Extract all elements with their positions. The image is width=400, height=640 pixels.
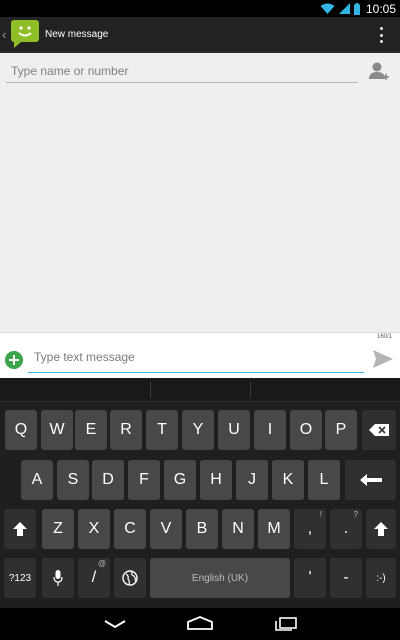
key-a[interactable]: A xyxy=(21,460,53,500)
key-v[interactable]: V xyxy=(150,509,182,549)
key-h[interactable]: H xyxy=(200,460,232,500)
send-icon[interactable] xyxy=(372,349,394,369)
key-comma[interactable]: ! , xyxy=(294,509,326,549)
symbols-key[interactable]: ?123 xyxy=(4,558,36,598)
suggestion-divider xyxy=(150,382,151,398)
voice-input-key[interactable] xyxy=(42,558,74,598)
key-q[interactable]: Q xyxy=(5,410,37,450)
key-x[interactable]: X xyxy=(78,509,110,549)
shift-icon xyxy=(374,522,388,536)
key-comma-alt: ! xyxy=(319,510,322,519)
suggestion-strip[interactable] xyxy=(0,378,400,402)
key-apostrophe[interactable]: ' xyxy=(294,558,326,598)
message-placeholder: Type text message xyxy=(34,350,135,364)
shift-key-right[interactable] xyxy=(366,509,396,549)
overflow-menu-icon[interactable] xyxy=(380,27,384,43)
page-title: New message xyxy=(45,29,109,40)
key-j[interactable]: J xyxy=(236,460,268,500)
keyboard: Q W E R T Y U I O P A S D F G H J K L Z … xyxy=(0,378,400,608)
key-g[interactable]: G xyxy=(164,460,196,500)
key-y[interactable]: Y xyxy=(182,410,214,450)
key-slash-alt: @ xyxy=(97,559,106,568)
key-n[interactable]: N xyxy=(222,509,254,549)
key-m[interactable]: M xyxy=(258,509,290,549)
compose-bar: 160/1 Type text message xyxy=(0,332,400,378)
home-icon[interactable] xyxy=(186,616,214,630)
key-w[interactable]: W xyxy=(41,410,73,450)
key-slash[interactable]: @ / xyxy=(78,558,110,598)
enter-icon xyxy=(359,474,382,486)
shift-icon xyxy=(13,522,27,536)
backspace-icon xyxy=(369,424,389,436)
recipient-input[interactable]: Type name or number xyxy=(6,59,358,83)
key-z[interactable]: Z xyxy=(42,509,74,549)
recipient-placeholder: Type name or number xyxy=(11,64,129,78)
space-key[interactable]: English (UK) xyxy=(150,558,290,598)
message-input[interactable]: Type text message xyxy=(28,345,364,373)
key-i[interactable]: I xyxy=(254,410,286,450)
battery-icon xyxy=(353,2,360,15)
key-e[interactable]: E xyxy=(75,410,107,450)
up-navigation-icon[interactable]: ‹ xyxy=(2,27,6,42)
key-b[interactable]: B xyxy=(186,509,218,549)
language-key[interactable] xyxy=(114,558,146,598)
key-p[interactable]: P xyxy=(325,410,357,450)
char-counter: 160/1 xyxy=(376,334,392,340)
nav-bar xyxy=(0,608,400,640)
messaging-app-icon[interactable] xyxy=(10,19,40,49)
action-bar: ‹ New message xyxy=(0,17,400,53)
key-period-alt: ? xyxy=(353,510,358,519)
key-dash[interactable]: - xyxy=(330,558,362,598)
recents-icon[interactable] xyxy=(274,617,298,631)
shift-key-left[interactable] xyxy=(4,509,36,549)
suggestion-divider xyxy=(250,382,251,398)
key-c[interactable]: C xyxy=(114,509,146,549)
recipient-area: Type name or number xyxy=(0,53,400,332)
enter-key[interactable] xyxy=(345,460,396,500)
globe-icon xyxy=(122,570,138,586)
key-l[interactable]: L xyxy=(308,460,340,500)
key-r[interactable]: R xyxy=(110,410,142,450)
key-f[interactable]: F xyxy=(128,460,160,500)
key-u[interactable]: U xyxy=(218,410,250,450)
key-s[interactable]: S xyxy=(57,460,89,500)
microphone-icon xyxy=(53,570,63,586)
key-k[interactable]: K xyxy=(272,460,304,500)
back-icon[interactable] xyxy=(104,619,126,629)
attach-plus-icon[interactable] xyxy=(5,351,23,369)
smiley-key[interactable]: :-) xyxy=(366,558,396,598)
status-icons: 10:05 xyxy=(320,1,396,16)
wifi-icon xyxy=(320,3,335,14)
key-d[interactable]: D xyxy=(92,460,124,500)
status-time: 10:05 xyxy=(365,1,396,16)
key-o[interactable]: O xyxy=(290,410,322,450)
status-bar: 10:05 xyxy=(0,0,400,17)
add-contact-icon[interactable] xyxy=(368,61,390,83)
key-period[interactable]: ? . xyxy=(330,509,362,549)
key-t[interactable]: T xyxy=(146,410,178,450)
backspace-key[interactable] xyxy=(362,410,396,450)
signal-icon xyxy=(338,3,350,14)
